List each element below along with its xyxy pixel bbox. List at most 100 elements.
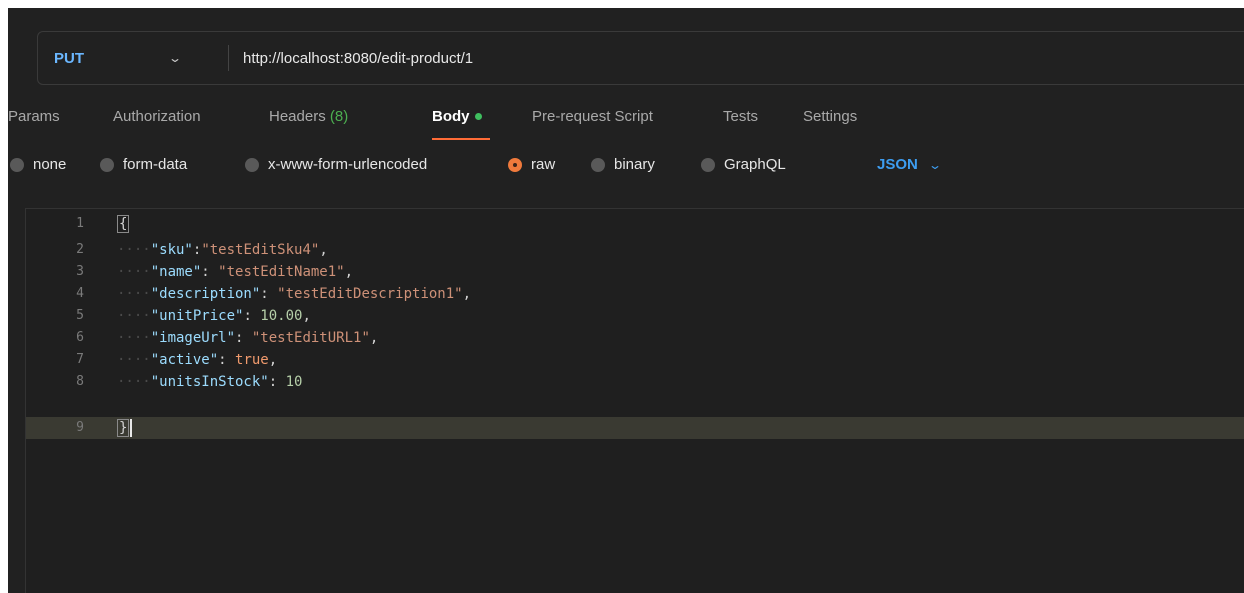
radio-graphql[interactable]: GraphQL bbox=[701, 156, 786, 173]
tab-authorization[interactable]: Authorization bbox=[113, 108, 201, 125]
tab-body[interactable]: Body bbox=[432, 108, 482, 125]
url-bar: PUT ⌄ http://localhost:8080/edit-product… bbox=[37, 31, 1244, 85]
json-key: "unitsInStock" bbox=[150, 374, 269, 390]
code-content: { bbox=[117, 213, 130, 235]
code-line: 6 ····"imageUrl": "testEditURL1", bbox=[26, 327, 1244, 349]
radio-icon bbox=[100, 157, 114, 172]
line-number: 4 bbox=[76, 286, 84, 301]
language-select[interactable]: JSON ⌄ bbox=[877, 156, 942, 173]
code-content: ····"imageUrl": "testEditURL1", bbox=[117, 330, 379, 346]
json-value: "testEditURL1" bbox=[251, 330, 370, 346]
code-line: 1 { bbox=[26, 213, 1244, 235]
radio-form-data[interactable]: form-data bbox=[100, 156, 187, 173]
json-comma: , bbox=[462, 286, 472, 302]
line-number: 8 bbox=[76, 374, 84, 389]
radio-icon bbox=[245, 157, 259, 172]
code-line-current: 9 } bbox=[26, 417, 1244, 439]
radio-icon bbox=[701, 157, 715, 172]
line-number: 6 bbox=[76, 330, 84, 345]
line-number: 9 bbox=[76, 420, 84, 435]
code-content: ····"sku":"testEditSku4", bbox=[117, 242, 328, 258]
close-brace: } bbox=[117, 419, 130, 437]
json-comma: , bbox=[268, 352, 278, 368]
radio-label: x-www-form-urlencoded bbox=[268, 156, 428, 173]
code-line: 7 ····"active": true, bbox=[26, 349, 1244, 371]
url-input[interactable]: http://localhost:8080/edit-product/1 bbox=[229, 50, 473, 67]
radio-icon bbox=[10, 157, 24, 172]
json-separator: : bbox=[243, 308, 261, 324]
json-separator: : bbox=[218, 352, 236, 368]
json-key: "name" bbox=[150, 264, 202, 280]
radio-x-www-form-urlencoded[interactable]: x-www-form-urlencoded bbox=[245, 156, 427, 173]
radio-label: none bbox=[33, 156, 67, 173]
json-value: "testEditSku4" bbox=[201, 242, 320, 258]
radio-icon bbox=[591, 157, 605, 172]
code-line: 2 ····"sku":"testEditSku4", bbox=[26, 239, 1244, 261]
code-content: } bbox=[117, 417, 133, 439]
radio-label: raw bbox=[531, 156, 556, 173]
json-separator: : bbox=[235, 330, 252, 346]
chevron-down-icon: ⌄ bbox=[167, 51, 183, 65]
body-type-options: none form-data x-www-form-urlencoded raw… bbox=[8, 156, 1244, 180]
tab-label: Params bbox=[8, 108, 60, 125]
radio-selected-icon bbox=[508, 157, 522, 172]
tab-label: Tests bbox=[723, 108, 759, 125]
radio-none[interactable]: none bbox=[10, 156, 66, 173]
method-label: PUT bbox=[54, 49, 84, 67]
tab-label: Headers bbox=[269, 108, 326, 125]
json-comma: , bbox=[344, 264, 354, 280]
json-comma: , bbox=[369, 330, 379, 346]
json-value: "testEditName1" bbox=[218, 264, 345, 280]
json-key: "sku" bbox=[150, 242, 193, 258]
line-number: 7 bbox=[76, 352, 84, 367]
tab-label: Pre-request Script bbox=[532, 108, 653, 125]
code-content: ····"description": "testEditDescription1… bbox=[117, 286, 472, 302]
code-line: 5 ····"unitPrice": 10.00, bbox=[26, 305, 1244, 327]
json-key: "imageUrl" bbox=[150, 330, 236, 346]
tab-tests[interactable]: Tests bbox=[723, 108, 758, 125]
json-comma: , bbox=[302, 308, 311, 324]
radio-label: binary bbox=[614, 156, 655, 173]
line-number: 3 bbox=[76, 264, 84, 279]
tab-settings[interactable]: Settings bbox=[803, 108, 857, 125]
json-value: true bbox=[235, 352, 269, 368]
tab-pre-request-script[interactable]: Pre-request Script bbox=[532, 108, 653, 125]
tab-label: Body bbox=[432, 108, 470, 125]
code-line: 3 ····"name": "testEditName1", bbox=[26, 261, 1244, 283]
tab-label: Authorization bbox=[113, 108, 201, 125]
json-separator: : bbox=[268, 374, 286, 390]
tab-label: Settings bbox=[803, 108, 858, 125]
code-line: 4 ····"description": "testEditDescriptio… bbox=[26, 283, 1244, 305]
code-line: 8 ····"unitsInStock": 10 bbox=[26, 371, 1244, 393]
line-number: 5 bbox=[76, 308, 84, 323]
json-key: "unitPrice" bbox=[150, 308, 244, 324]
radio-label: GraphQL bbox=[724, 156, 786, 173]
radio-label: form-data bbox=[123, 156, 188, 173]
open-brace: { bbox=[117, 215, 130, 233]
json-separator: : bbox=[201, 264, 219, 280]
request-editor: PUT ⌄ http://localhost:8080/edit-product… bbox=[8, 8, 1244, 593]
tab-headers[interactable]: Headers (8) bbox=[269, 108, 348, 125]
json-value: 10 bbox=[285, 374, 303, 390]
code-editor[interactable]: 1 { 2 ····"sku":"testEditSku4", 3 ····"n… bbox=[25, 208, 1244, 593]
radio-binary[interactable]: binary bbox=[591, 156, 655, 173]
language-label: JSON bbox=[877, 156, 918, 173]
json-comma: , bbox=[319, 242, 328, 258]
body-indicator-dot-icon bbox=[474, 112, 482, 120]
json-key: "active" bbox=[150, 352, 219, 368]
chevron-down-icon: ⌄ bbox=[927, 157, 942, 172]
json-separator: : bbox=[260, 286, 278, 302]
code-content: ····"unitPrice": 10.00, bbox=[117, 308, 311, 324]
code-content: ····"name": "testEditName1", bbox=[117, 264, 354, 280]
line-number: 2 bbox=[76, 242, 84, 257]
request-tabs: Params Authorization Headers (8) Body Pr… bbox=[8, 102, 1244, 142]
radio-raw[interactable]: raw bbox=[508, 156, 555, 173]
headers-count-badge: (8) bbox=[329, 108, 349, 125]
json-value: 10.00 bbox=[260, 308, 303, 324]
method-select[interactable]: PUT ⌄ bbox=[38, 32, 228, 84]
tab-params[interactable]: Params bbox=[8, 108, 60, 125]
code-content: ····"active": true, bbox=[117, 352, 278, 368]
active-tab-underline bbox=[432, 138, 490, 140]
json-value: "testEditDescription1" bbox=[277, 286, 463, 302]
text-cursor bbox=[130, 419, 133, 437]
